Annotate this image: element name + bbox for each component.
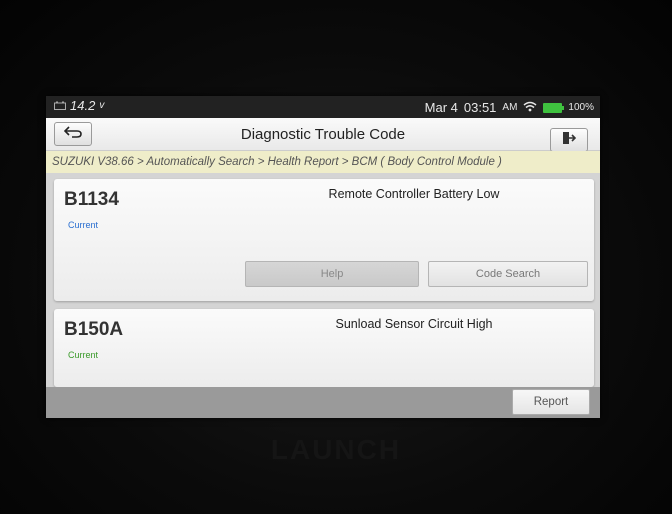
date-text: Mar 4 <box>424 100 458 115</box>
breadcrumb: SUZUKI V38.66 > Automatically Search > H… <box>46 151 600 173</box>
dtc-code: B1134 <box>64 189 119 210</box>
status-bar: 14.2 v Mar 4 03:51 AM 100% <box>46 96 600 118</box>
title-bar: Diagnostic Trouble Code <box>46 118 600 152</box>
dtc-item[interactable]: B150A Current Sunload Sensor Circuit Hig… <box>54 309 594 387</box>
car-battery-icon <box>54 98 66 113</box>
help-button[interactable]: Help <box>245 261 419 287</box>
voltage-indicator: 14.2 v <box>54 98 104 113</box>
dtc-status: Current <box>68 220 99 230</box>
dtc-status: Current <box>68 350 99 360</box>
voltage-unit: v <box>99 100 105 111</box>
page-title: Diagnostic Trouble Code <box>240 126 406 143</box>
dtc-code: B150A <box>64 319 124 340</box>
device-brand-logo: LAUNCH <box>270 434 402 465</box>
dtc-description: Remote Controller Battery Low <box>328 187 500 201</box>
system-status: Mar 4 03:51 AM 100% <box>425 100 594 115</box>
bottom-toolbar: Report <box>46 387 600 418</box>
dtc-description: Sunload Sensor Circuit High <box>335 317 493 331</box>
dtc-item[interactable]: B1134 Current Remote Controller Battery … <box>54 179 594 301</box>
battery-icon <box>543 102 565 113</box>
exit-button[interactable] <box>550 128 588 152</box>
device-screen: 14.2 v Mar 4 03:51 AM 100% Diagnostic Tr… <box>46 96 600 418</box>
battery-percent: 100% <box>568 102 594 113</box>
code-search-button[interactable]: Code Search <box>428 261 588 287</box>
report-button[interactable]: Report <box>512 389 590 415</box>
exit-icon <box>562 131 577 150</box>
dtc-list[interactable]: B1134 Current Remote Controller Battery … <box>46 173 600 387</box>
time-text: 03:51 <box>463 100 497 115</box>
wifi-icon <box>523 100 537 115</box>
voltage-value: 14.2 <box>70 98 96 113</box>
ampm-text: AM <box>502 102 518 113</box>
